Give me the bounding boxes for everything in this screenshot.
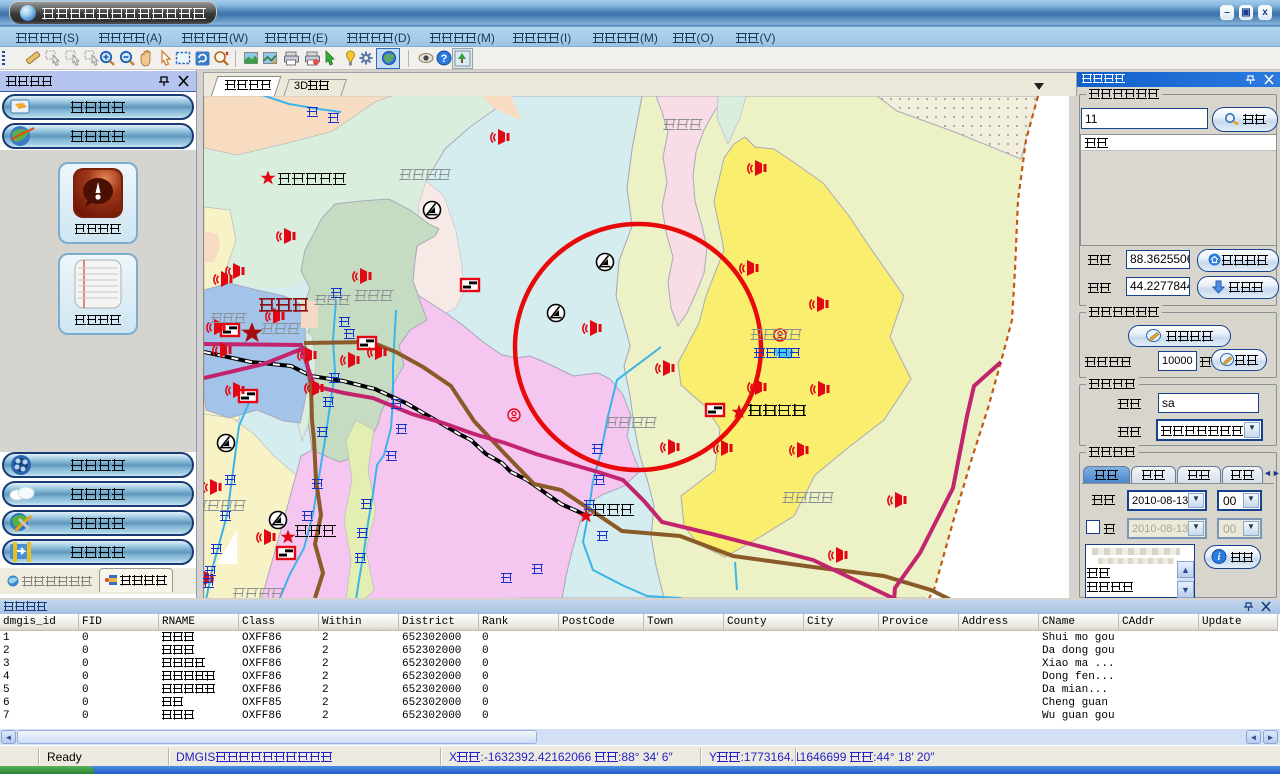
svg-text:?: ?	[441, 53, 448, 65]
svg-text:i: i	[1218, 552, 1221, 563]
